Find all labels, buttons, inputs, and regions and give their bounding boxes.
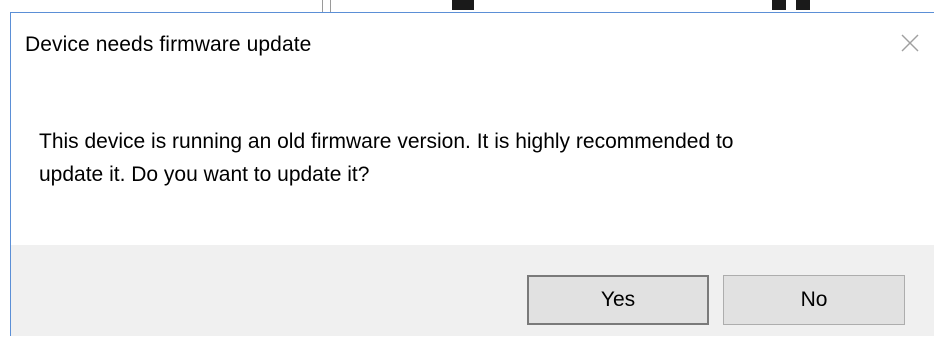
background-divider — [330, 0, 331, 12]
close-button[interactable] — [890, 25, 930, 61]
dialog-message: This device is running an old firmware v… — [39, 125, 899, 191]
background-text-fragment — [796, 0, 810, 10]
yes-button[interactable]: Yes — [527, 275, 709, 325]
background-text-fragment — [452, 0, 474, 10]
background-divider — [322, 0, 323, 12]
dialog-footer: Yes No — [11, 245, 934, 336]
message-line: update it. Do you want to update it? — [39, 163, 370, 186]
close-icon — [901, 34, 919, 52]
no-button[interactable]: No — [723, 275, 905, 325]
dialog-content: This device is running an old firmware v… — [11, 73, 934, 245]
dialog-title: Device needs firmware update — [25, 33, 312, 56]
background-window — [0, 0, 936, 12]
background-text-fragment — [772, 0, 786, 10]
message-line: This device is running an old firmware v… — [39, 130, 734, 153]
title-bar: Device needs firmware update — [11, 13, 934, 73]
firmware-update-dialog: Device needs firmware update This device… — [10, 12, 934, 336]
